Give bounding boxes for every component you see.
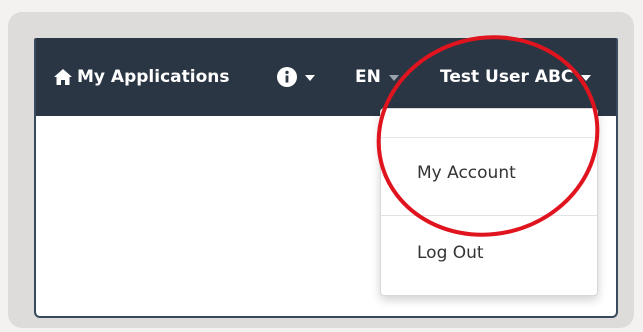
caret-down-icon bbox=[305, 75, 315, 81]
caret-down-icon bbox=[581, 75, 592, 81]
language-label: EN bbox=[355, 67, 381, 87]
caret-down-icon bbox=[388, 75, 399, 81]
user-name-label: Test User ABC bbox=[440, 67, 574, 87]
user-dropdown-menu: My Account Log Out bbox=[380, 108, 598, 296]
info-icon bbox=[277, 67, 297, 87]
home-icon bbox=[54, 69, 72, 85]
my-applications-link[interactable]: My Applications bbox=[54, 38, 229, 116]
dropdown-divider bbox=[381, 215, 597, 216]
top-navbar: My Applications EN Test User ABC bbox=[36, 38, 616, 116]
dropdown-top-divider bbox=[381, 137, 597, 138]
info-menu-toggle[interactable] bbox=[277, 38, 315, 116]
log-out-menu-item[interactable]: Log Out bbox=[417, 243, 484, 263]
language-selector[interactable]: EN bbox=[355, 38, 399, 116]
user-menu-toggle[interactable]: Test User ABC bbox=[440, 38, 592, 116]
my-account-menu-item[interactable]: My Account bbox=[417, 163, 516, 183]
my-applications-label: My Applications bbox=[77, 67, 230, 87]
